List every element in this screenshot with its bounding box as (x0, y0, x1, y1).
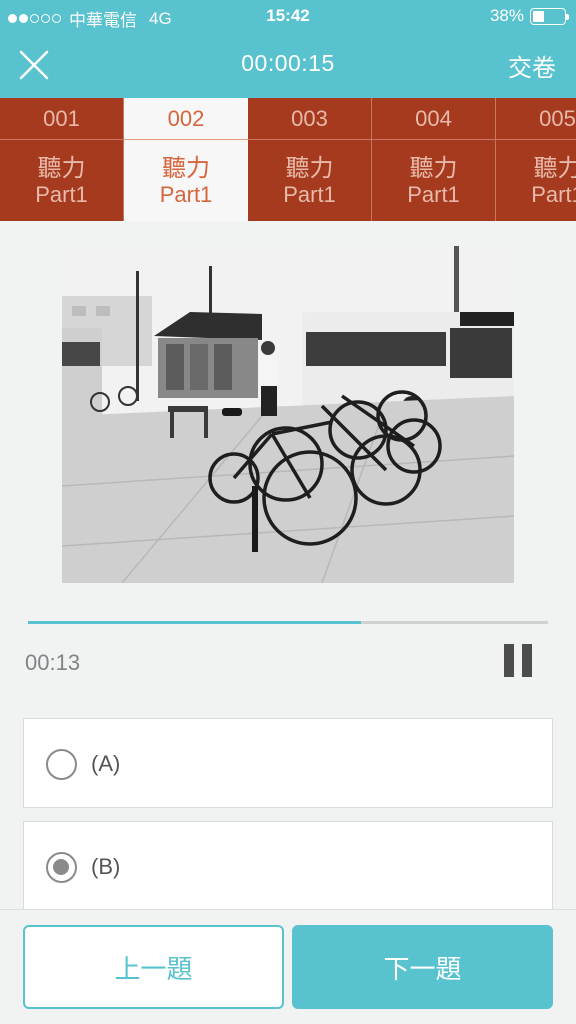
question-tabs: 001 聽力 Part1 002 聽力 Part1 003 聽力 Part1 0… (0, 98, 576, 221)
pause-icon[interactable] (504, 644, 532, 677)
tab-part: Part1 (283, 182, 336, 207)
tab-number: 002 (124, 98, 248, 140)
answer-option-b[interactable]: (B) (23, 821, 553, 911)
tab-part: Part1 (35, 182, 88, 207)
tab-part: Part1 (407, 182, 460, 207)
tab-question-004[interactable]: 004 聽力 Part1 (372, 98, 496, 221)
tab-number: 004 (372, 98, 495, 140)
tab-type: 聽力 (162, 155, 210, 182)
radio-button-b[interactable] (46, 852, 77, 883)
battery-percent: 38% (489, 6, 524, 25)
bottom-nav-bar: 上一題 下一題 (0, 909, 576, 1024)
next-question-button[interactable]: 下一題 (292, 925, 553, 1009)
audio-progress-bar[interactable] (28, 621, 548, 624)
option-label: (B) (91, 854, 121, 879)
tab-part: Part1 (531, 182, 576, 207)
tab-question-001[interactable]: 001 聽力 Part1 (0, 98, 124, 221)
tab-type: 聽力 (285, 155, 334, 182)
tab-type: 聽力 (37, 155, 86, 182)
tab-type: 聽力 (409, 155, 458, 182)
app-header: 中華電信 4G 15:42 38% 00:00:15 交卷 (0, 0, 576, 98)
tab-part: Part1 (159, 182, 213, 207)
tab-number: 003 (248, 98, 371, 140)
tab-number: 005 (496, 98, 576, 140)
audio-elapsed-time: 00:13 (25, 650, 81, 675)
tab-question-003[interactable]: 003 聽力 Part1 (248, 98, 372, 221)
answer-option-a[interactable]: (A) (23, 718, 553, 808)
status-right: 38% (489, 6, 569, 26)
tab-number: 001 (0, 98, 123, 140)
audio-progress-fill (28, 621, 361, 624)
tab-question-005[interactable]: 005 聽力 Part1 (496, 98, 576, 221)
submit-button[interactable]: 交卷 (508, 48, 556, 83)
tab-question-002[interactable]: 002 聽力 Part1 (124, 98, 248, 221)
previous-question-button[interactable]: 上一題 (23, 925, 284, 1009)
question-photo (62, 246, 514, 583)
battery-icon (530, 7, 569, 25)
tab-type: 聽力 (533, 155, 576, 182)
exam-timer: 00:00:15 (241, 50, 335, 76)
status-bar: 中華電信 4G 15:42 38% (0, 0, 576, 34)
radio-selected-dot (53, 859, 69, 875)
option-label: (A) (91, 751, 121, 776)
radio-button-a[interactable] (46, 749, 77, 780)
